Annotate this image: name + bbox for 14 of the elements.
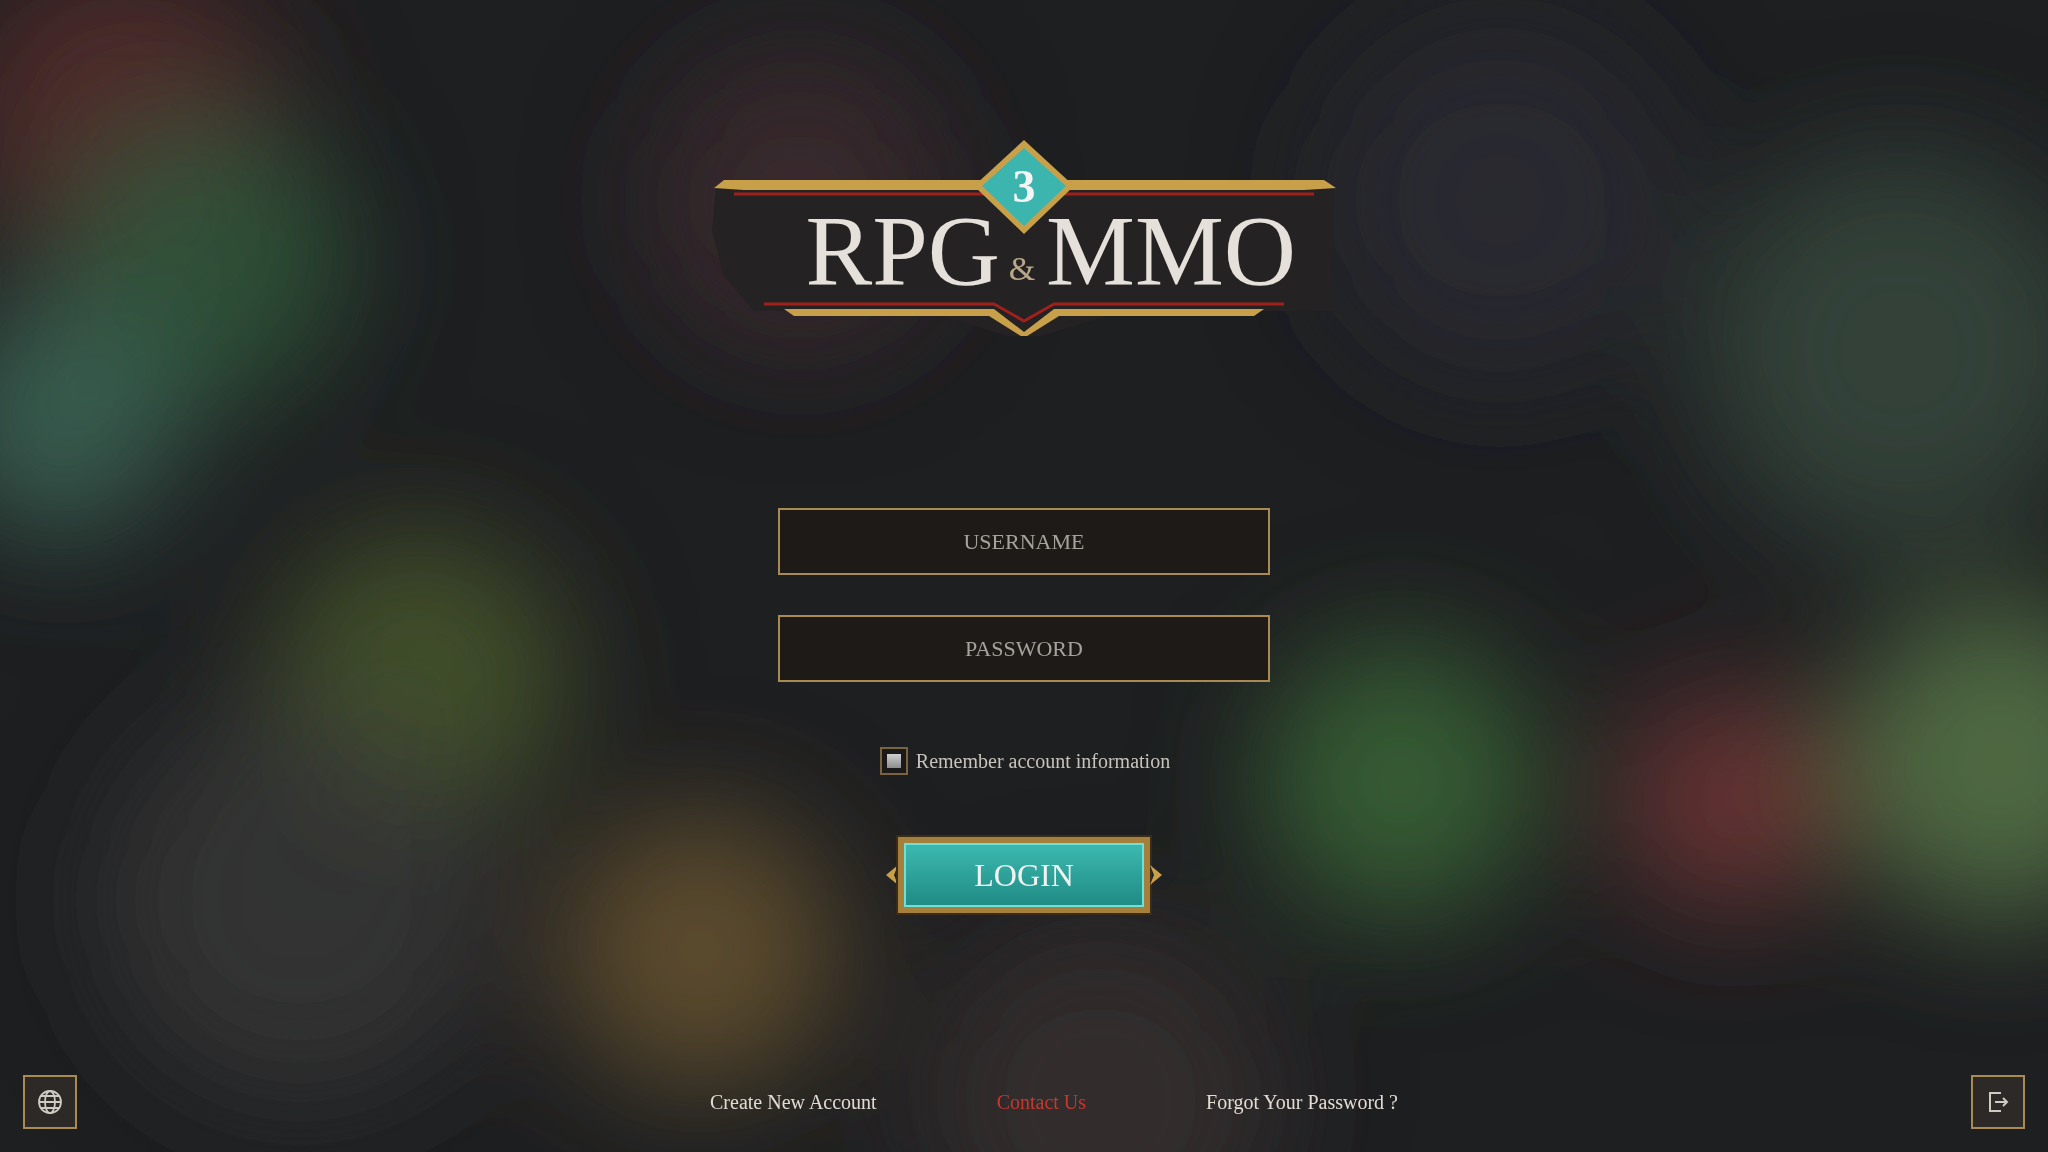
logo-badge-number: 3 — [1012, 161, 1036, 212]
exit-button[interactable] — [1971, 1075, 2025, 1129]
remember-checkbox[interactable] — [879, 747, 908, 775]
logo-ampersand: & — [1008, 250, 1036, 287]
logo-title-right: MMO — [1046, 195, 1297, 306]
footer-link[interactable]: Forgot Your Password ? — [1206, 1090, 1398, 1114]
logo-title-left: RPG — [805, 195, 1000, 306]
footer-link[interactable]: Create New Account — [710, 1090, 877, 1114]
globe-icon — [37, 1089, 63, 1115]
username-field[interactable]: USERNAME — [778, 508, 1270, 575]
remember-label: Remember account information — [915, 749, 1171, 773]
language-button[interactable] — [23, 1075, 77, 1129]
password-field[interactable]: PASSWORD — [778, 615, 1270, 682]
arrow-right-icon — [1150, 863, 1164, 887]
